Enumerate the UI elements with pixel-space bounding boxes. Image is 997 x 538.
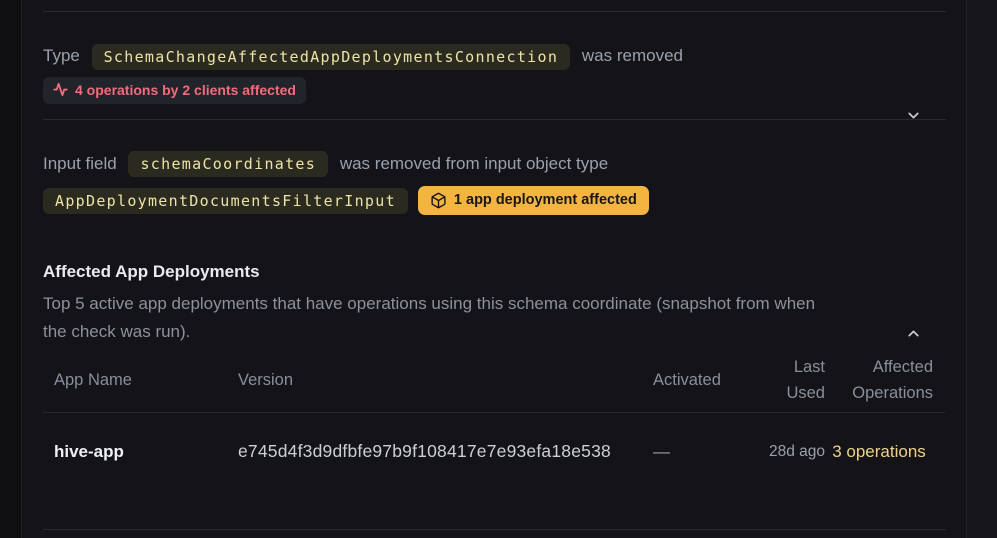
field-name-chip: schemaCoordinates [128,151,328,177]
collapse-change-button[interactable] [904,325,922,343]
divider [43,11,946,12]
left-gutter [0,0,22,538]
affected-deployments-table: App Name Version Activated Last Used Aff… [43,348,945,491]
app-deployment-affected-badge[interactable]: 1 app deployment affected [418,186,649,215]
affected-deployments-description: Top 5 active app deployments that have o… [43,290,946,345]
type-name-chip: SchemaChangeAffectedAppDeploymentsConnec… [92,44,571,70]
package-box-icon [430,192,447,209]
cell-activated: — [642,413,751,491]
change-entry-input-field-removed: Input field schemaCoordinates was remove… [43,150,946,216]
operations-affected-label: 4 operations by 2 clients affected [75,80,296,100]
table-row: hive-app e745d4f3d9dfbfe97b9f108417e7e93… [43,413,945,491]
affected-deployments-title: Affected App Deployments [43,258,946,285]
right-gutter [966,0,997,538]
column-header-affected-operations: Affected Operations [825,348,945,413]
cell-app-name: hive-app [43,413,238,491]
change-suffix: was removed from input object type [340,154,608,173]
divider [43,529,946,530]
table-header-row: App Name Version Activated Last Used Aff… [43,348,945,413]
app-deployment-affected-label: 1 app deployment affected [454,190,637,210]
operations-affected-badge[interactable]: 4 operations by 2 clients affected [43,77,306,104]
column-header-last-used: Last Used [751,348,825,413]
cell-affected-operations: 3 operations [825,413,945,491]
chevron-down-icon [905,107,922,124]
expand-change-button[interactable] [904,106,922,124]
change-prefix: Input field [43,154,117,173]
cell-last-used: 28d ago [751,413,825,491]
divider [43,119,946,120]
cell-version: e745d4f3d9dfbfe97b9f108417e7e93efa18e538 [238,413,642,491]
column-header-version: Version [238,348,642,413]
input-type-chip: AppDeploymentDocumentsFilterInput [43,188,408,214]
change-description: Type SchemaChangeAffectedAppDeploymentsC… [43,42,946,70]
change-description: Input field schemaCoordinates was remove… [43,150,946,178]
column-header-app-name: App Name [43,348,238,413]
change-suffix: was removed [582,46,683,65]
schema-changes-panel: Type SchemaChangeAffectedAppDeploymentsC… [23,0,966,538]
chevron-up-icon [905,325,922,342]
change-entry-type-removed: Type SchemaChangeAffectedAppDeploymentsC… [43,42,946,104]
change-prefix: Type [43,46,80,65]
change-description-line2: AppDeploymentDocumentsFilterInput 1 app … [43,186,946,215]
pulse-icon [53,82,68,97]
column-header-activated: Activated [642,348,751,413]
